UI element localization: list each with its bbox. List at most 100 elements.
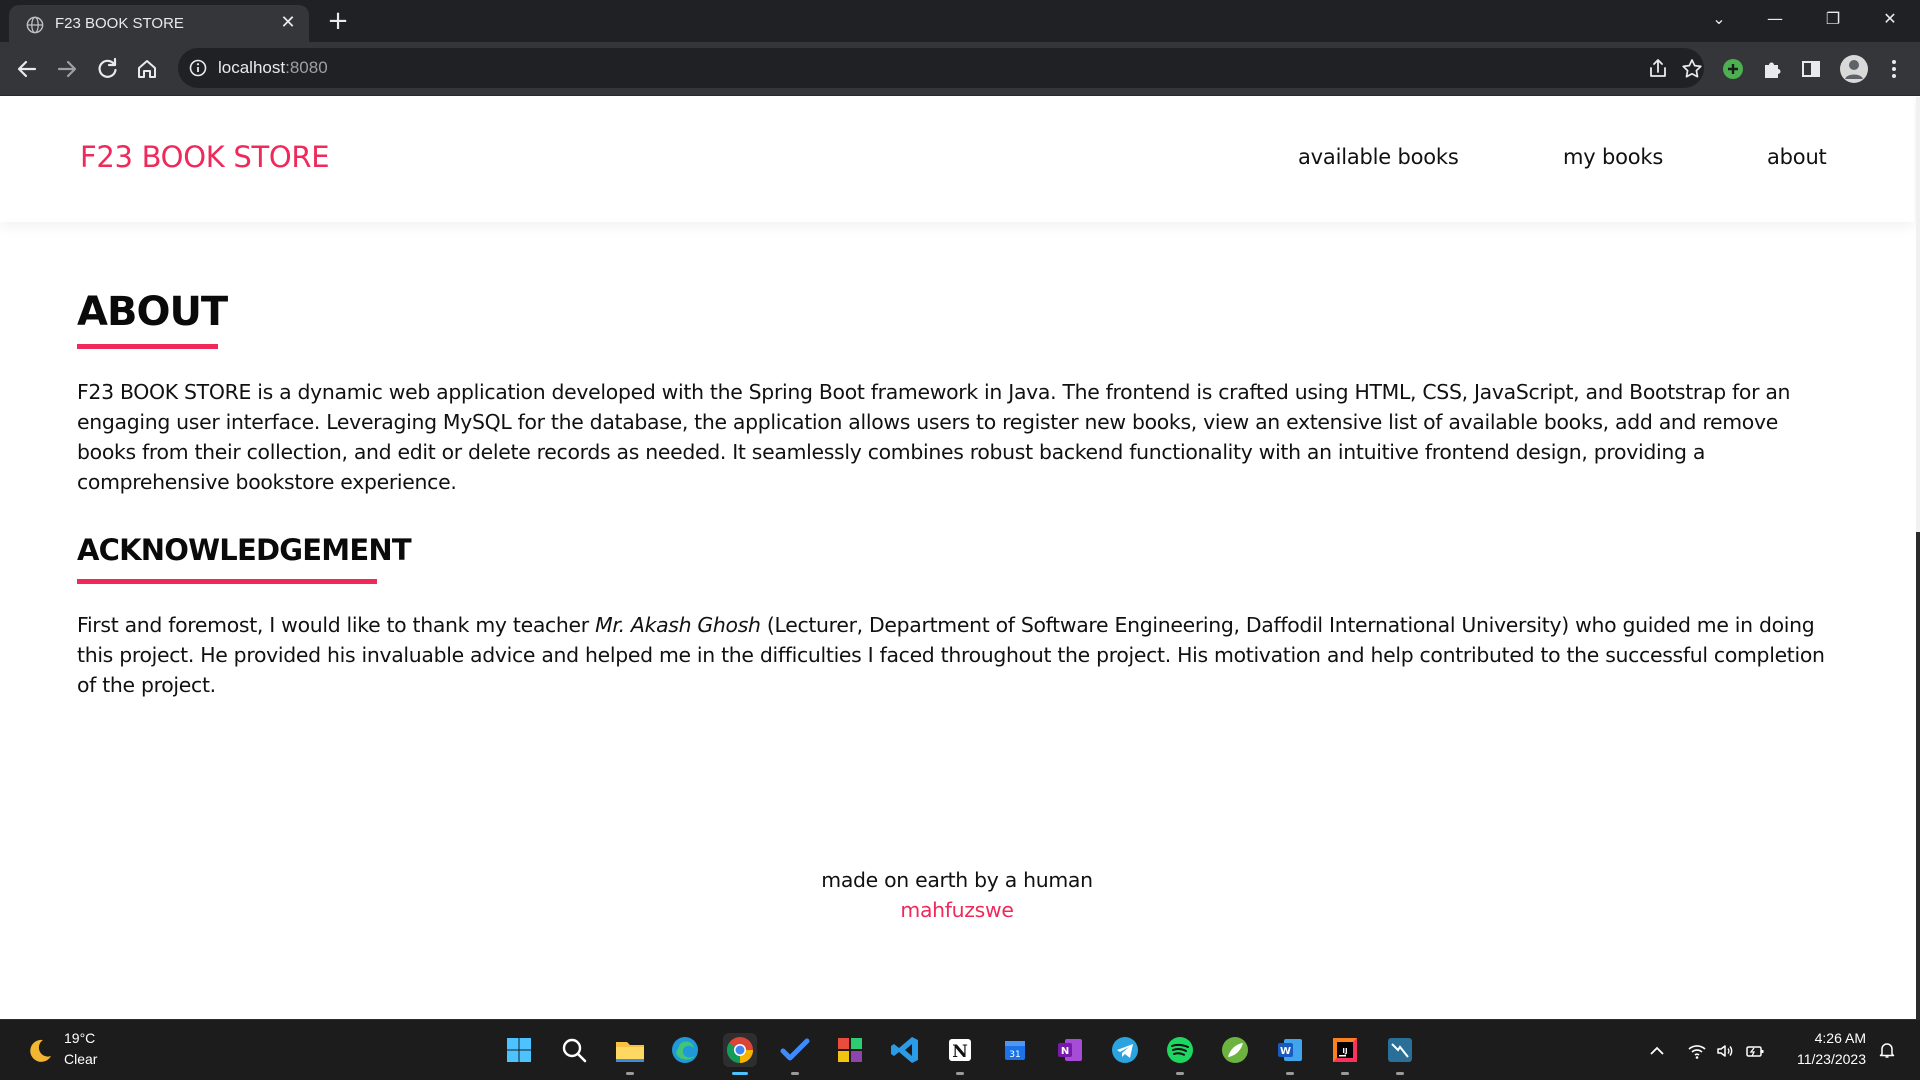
- acknowledgement-heading: ACKNOWLEDGEMENT: [77, 533, 412, 567]
- word-icon: W: [1278, 1039, 1302, 1061]
- nav-about[interactable]: about: [1767, 145, 1827, 169]
- edge-icon: [672, 1037, 698, 1063]
- running-indicator: [1396, 1072, 1404, 1075]
- taskbar-chrome[interactable]: [723, 1033, 757, 1075]
- battery-icon[interactable]: [1745, 1042, 1765, 1060]
- taskbar-vscode[interactable]: [888, 1033, 922, 1067]
- taskbar-notion[interactable]: N: [943, 1033, 977, 1075]
- running-indicator: [1341, 1072, 1349, 1075]
- taskbar-spotify[interactable]: [1163, 1033, 1197, 1075]
- about-paragraph: F23 BOOK STORE is a dynamic web applicat…: [77, 380, 1791, 494]
- share-icon[interactable]: [1645, 56, 1671, 82]
- close-tab-icon[interactable]: ✕: [277, 12, 299, 34]
- about-heading-underline: [77, 344, 218, 349]
- taskbar-calendar[interactable]: 31: [998, 1033, 1032, 1067]
- url-text: localhost:8080: [218, 58, 328, 78]
- svg-text:IJ: IJ: [1342, 1047, 1347, 1055]
- brand-link[interactable]: F23 BOOK STORE: [80, 140, 330, 174]
- profile-avatar-icon[interactable]: [1839, 54, 1869, 84]
- start-icon: [507, 1038, 531, 1062]
- clock-time[interactable]: 4:26 AM: [1770, 1030, 1866, 1046]
- author-link[interactable]: mahfuzswe: [900, 898, 1014, 922]
- taskbar: 19°C Clear N 31 N W IJ 4:26 AM 11/23/202…: [0, 1019, 1920, 1080]
- footer-tagline: made on earth by a human: [821, 868, 1093, 892]
- tab-title: F23 BOOK STORE: [55, 15, 184, 32]
- svg-text:31: 31: [1009, 1050, 1020, 1060]
- taskbar-search-button[interactable]: [557, 1033, 591, 1067]
- browser-toolbar: localhost:8080: [0, 42, 1920, 96]
- browser-tab-strip: F23 BOOK STORE ✕ + ⌄ — ❐ ✕: [0, 0, 1920, 42]
- extensions-puzzle-icon[interactable]: [1759, 56, 1785, 82]
- wifi-icon[interactable]: [1687, 1042, 1707, 1060]
- notion-icon: N: [949, 1039, 971, 1062]
- acknowledgement-text-before: First and foremost, I would like to than…: [77, 613, 596, 637]
- svg-text:N: N: [952, 1042, 968, 1062]
- address-bar[interactable]: localhost:8080: [178, 48, 1704, 88]
- taskbar-onenote[interactable]: N: [1053, 1033, 1087, 1067]
- home-icon[interactable]: [130, 52, 164, 86]
- back-icon[interactable]: [10, 52, 44, 86]
- running-indicator: [791, 1072, 799, 1075]
- nav-my-books[interactable]: my books: [1563, 145, 1663, 169]
- teacher-name: Mr. Akash Ghosh: [595, 613, 761, 637]
- intellij-icon: IJ: [1333, 1038, 1357, 1062]
- notification-bell-icon[interactable]: [1877, 1041, 1897, 1059]
- volume-icon[interactable]: [1715, 1042, 1735, 1060]
- mysql-workbench-icon: [1388, 1038, 1412, 1062]
- acknowledgement-paragraph: First and foremost, I would like to than…: [77, 610, 1842, 700]
- svg-text:W: W: [1280, 1046, 1291, 1057]
- file-explorer-icon: [616, 1042, 644, 1062]
- taskbar-todo[interactable]: [778, 1033, 812, 1075]
- taskbar-word[interactable]: W: [1273, 1033, 1307, 1075]
- active-indicator: [732, 1072, 748, 1075]
- running-indicator: [956, 1072, 964, 1075]
- svg-text:N: N: [1061, 1046, 1069, 1057]
- footer-author-link: mahfuzswe: [0, 898, 1914, 922]
- chrome-icon: [726, 1037, 754, 1064]
- taskbar-telegram[interactable]: [1108, 1033, 1142, 1067]
- spring-icon: [1222, 1037, 1248, 1063]
- info-icon[interactable]: [188, 58, 208, 78]
- bookmark-star-icon[interactable]: [1679, 56, 1705, 82]
- minimize-button[interactable]: —: [1752, 0, 1798, 38]
- browser-tab[interactable]: F23 BOOK STORE ✕: [9, 5, 309, 42]
- todo-icon: [780, 1038, 810, 1061]
- weather-condition[interactable]: Clear: [64, 1051, 97, 1067]
- spotify-icon: [1167, 1037, 1193, 1063]
- taskbar-mysql-workbench[interactable]: [1383, 1033, 1417, 1075]
- side-panel-icon[interactable]: [1798, 56, 1824, 82]
- taskbar-intellij[interactable]: IJ: [1328, 1033, 1362, 1075]
- clock-date[interactable]: 11/23/2023: [1770, 1051, 1866, 1067]
- chevron-up-icon[interactable]: [1647, 1042, 1667, 1060]
- new-tab-button[interactable]: +: [323, 6, 353, 36]
- taskbar-spring[interactable]: [1218, 1033, 1252, 1067]
- running-indicator: [1286, 1072, 1294, 1075]
- nav-available-books[interactable]: available books: [1298, 145, 1459, 169]
- site-header: F23 BOOK STORE available books my books …: [0, 97, 1914, 222]
- search-icon: [562, 1038, 587, 1063]
- forward-icon[interactable]: [50, 52, 84, 86]
- extension-green-icon[interactable]: [1720, 56, 1746, 82]
- weather-temperature[interactable]: 19°C: [64, 1030, 95, 1046]
- browser-menu-icon[interactable]: [1881, 56, 1907, 82]
- close-window-button[interactable]: ✕: [1867, 0, 1913, 38]
- calendar-icon: 31: [1005, 1041, 1025, 1060]
- reload-icon[interactable]: [90, 52, 124, 86]
- restore-button[interactable]: ❐: [1810, 0, 1856, 38]
- scrollbar-thumb[interactable]: [1916, 532, 1920, 1019]
- telegram-icon: [1112, 1037, 1138, 1063]
- onenote-icon: N: [1058, 1039, 1082, 1061]
- running-indicator: [626, 1072, 634, 1075]
- globe-icon: [26, 16, 44, 34]
- running-indicator: [1176, 1072, 1184, 1075]
- moon-weather-icon[interactable]: [24, 1036, 54, 1066]
- taskbar-file-explorer[interactable]: [613, 1033, 647, 1075]
- about-heading: ABOUT: [77, 289, 228, 335]
- tab-search-icon[interactable]: ⌄: [1696, 0, 1742, 38]
- taskbar-office[interactable]: [833, 1033, 867, 1067]
- vscode-icon: [891, 1037, 918, 1063]
- start-button[interactable]: [502, 1033, 536, 1067]
- url-host: localhost: [218, 58, 286, 77]
- url-port: :8080: [285, 58, 328, 77]
- taskbar-edge[interactable]: [668, 1033, 702, 1067]
